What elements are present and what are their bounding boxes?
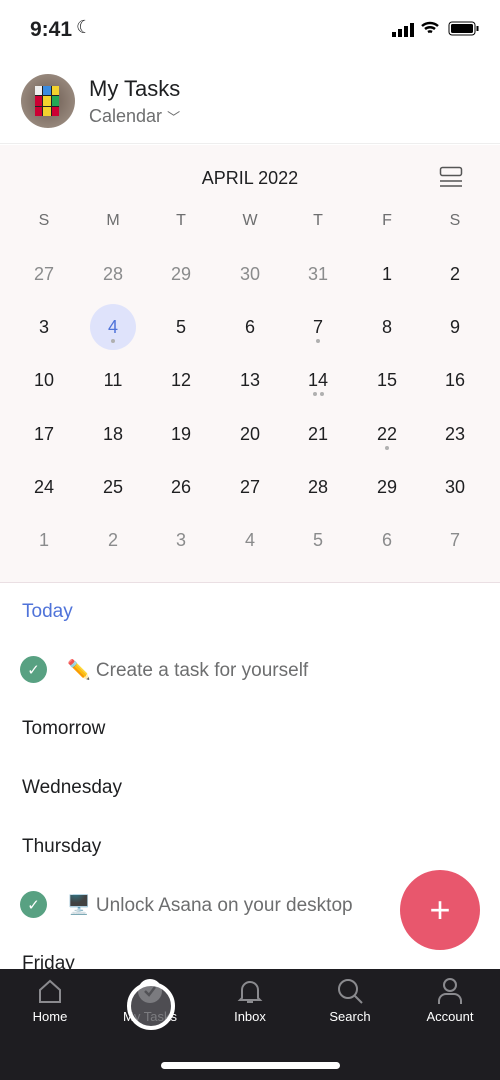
weekday-label: M xyxy=(106,212,120,229)
calendar-day[interactable]: 29 xyxy=(151,262,211,286)
section-wednesday: Wednesday xyxy=(22,777,122,798)
weekday-label: T xyxy=(176,212,186,229)
weekday-label: S xyxy=(38,212,50,229)
calendar: APRIL 2022 S M T W T F S 27 28 29 30 31 1 2 3 4 5 6 7 8 9 10 1… xyxy=(0,145,500,583)
calendar-day[interactable]: 4 xyxy=(220,528,280,552)
calendar-day[interactable]: 15 xyxy=(357,368,417,392)
weekday-label: W xyxy=(242,212,258,229)
task-dot xyxy=(312,392,317,397)
tab-inbox[interactable]: Inbox xyxy=(200,977,300,1024)
view-switcher[interactable]: Calendar ﹀ xyxy=(89,106,180,127)
tab-label: Inbox xyxy=(234,1009,266,1024)
calendar-day[interactable]: 30 xyxy=(425,475,485,499)
status-bar: 9:41 ☾ xyxy=(0,0,500,60)
task-row[interactable]: ✓ 🖥️ Unlock Asana on your desktop xyxy=(20,891,353,918)
touch-indicator xyxy=(127,982,175,1030)
calendar-day[interactable]: 27 xyxy=(14,262,74,286)
tab-label: Home xyxy=(32,1009,68,1024)
section-thursday: Thursday xyxy=(22,836,102,857)
home-indicator xyxy=(161,1062,340,1069)
calendar-day[interactable]: 23 xyxy=(425,422,485,446)
calendar-day[interactable]: 25 xyxy=(83,475,143,499)
calendar-day[interactable]: 19 xyxy=(151,422,211,446)
calendar-day[interactable]: 1 xyxy=(14,528,74,552)
tab-home[interactable]: Home xyxy=(0,977,100,1024)
calendar-day[interactable]: 21 xyxy=(288,422,348,446)
weekday-label: S xyxy=(449,212,461,229)
calendar-day[interactable]: 3 xyxy=(14,315,74,339)
calendar-day[interactable]: 13 xyxy=(220,368,280,392)
calendar-day[interactable]: 27 xyxy=(220,475,280,499)
view-label: Calendar xyxy=(89,106,163,126)
calendar-day[interactable]: 17 xyxy=(14,422,74,446)
calendar-day[interactable]: 10 xyxy=(14,368,74,392)
calendar-day[interactable]: 12 xyxy=(151,368,211,392)
calendar-day[interactable]: 16 xyxy=(425,368,485,392)
check-icon[interactable]: ✓ xyxy=(20,656,47,683)
calendar-day[interactable]: 7 xyxy=(288,315,348,339)
chevron-down-icon: ﹀ xyxy=(167,110,181,125)
section-today: Today xyxy=(22,601,73,622)
moon-icon: ☾ xyxy=(76,17,93,37)
task-dot xyxy=(319,392,324,397)
status-time: 9:41 xyxy=(30,18,73,41)
calendar-day[interactable]: 11 xyxy=(83,368,143,392)
wifi-icon xyxy=(421,21,439,34)
calendar-day[interactable]: 28 xyxy=(83,262,143,286)
battery-icon xyxy=(448,21,479,36)
calendar-day[interactable]: 18 xyxy=(83,422,143,446)
calendar-day[interactable]: 29 xyxy=(357,475,417,499)
calendar-day[interactable]: 6 xyxy=(220,315,280,339)
calendar-day[interactable]: 6 xyxy=(357,528,417,552)
tab-label: Account xyxy=(426,1009,474,1024)
add-task-button[interactable]: + xyxy=(400,870,480,950)
task-dot xyxy=(385,445,389,450)
calendar-day[interactable]: 20 xyxy=(220,422,280,446)
tab-label: Search xyxy=(329,1009,371,1024)
calendar-day[interactable]: 4 xyxy=(83,315,143,339)
calendar-day[interactable]: 22 xyxy=(357,422,417,446)
avatar[interactable] xyxy=(21,74,75,128)
calendar-day[interactable]: 3 xyxy=(151,528,211,552)
calendar-day[interactable]: 31 xyxy=(288,262,348,286)
task-row[interactable]: ✓ ✏️ Create a task for yourself xyxy=(20,656,308,683)
header: My Tasks Calendar ﹀ xyxy=(0,60,500,144)
calendar-day[interactable]: 9 xyxy=(425,315,485,339)
page-title: My Tasks xyxy=(89,76,181,101)
tab-search[interactable]: Search xyxy=(300,977,400,1024)
home-icon xyxy=(39,979,61,1003)
task-name: 🖥️ Unlock Asana on your desktop xyxy=(67,894,353,916)
check-icon[interactable]: ✓ xyxy=(20,891,47,918)
calendar-day[interactable]: 1 xyxy=(357,262,417,286)
task-dot xyxy=(316,339,320,344)
person-icon xyxy=(438,978,462,1004)
tab-account[interactable]: Account xyxy=(400,977,500,1024)
search-icon xyxy=(338,979,363,1004)
weekday-label: T xyxy=(313,212,323,229)
calendar-day[interactable]: 5 xyxy=(151,315,211,339)
weekday-label: F xyxy=(382,212,392,229)
section-tomorrow: Tomorrow xyxy=(22,718,106,739)
calendar-day[interactable]: 5 xyxy=(288,528,348,552)
bell-icon xyxy=(237,981,263,1003)
view-toggle-icon[interactable] xyxy=(439,166,463,188)
calendar-day[interactable]: 8 xyxy=(357,315,417,339)
calendar-day[interactable]: 2 xyxy=(83,528,143,552)
calendar-day[interactable]: 7 xyxy=(425,528,485,552)
task-name: ✏️ Create a task for yourself xyxy=(67,659,309,681)
calendar-day[interactable]: 24 xyxy=(14,475,74,499)
calendar-day[interactable]: 2 xyxy=(425,262,485,286)
calendar-day[interactable]: 14 xyxy=(288,368,348,392)
calendar-day[interactable]: 26 xyxy=(151,475,211,499)
signal-icon xyxy=(392,23,414,37)
calendar-day[interactable]: 28 xyxy=(288,475,348,499)
month-label: APRIL 2022 xyxy=(201,168,299,188)
tab-bar: Home My Tasks Inbox Search Account xyxy=(0,969,500,1080)
calendar-day[interactable]: 30 xyxy=(220,262,280,286)
